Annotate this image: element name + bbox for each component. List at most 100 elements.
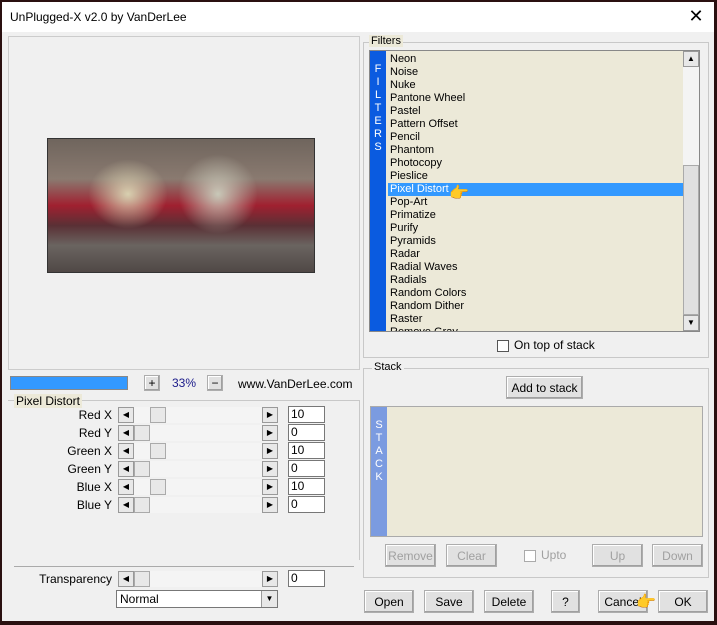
stack-list[interactable]: STACK (370, 406, 703, 537)
filter-item[interactable]: Random Colors (388, 287, 683, 300)
filter-item[interactable]: Remove Gray (388, 326, 683, 331)
slider-value-input[interactable]: 10 (288, 442, 325, 459)
preview-panel (8, 36, 360, 370)
slider-thumb[interactable] (150, 443, 166, 459)
upto-label: Upto (541, 548, 567, 562)
slider-value-input[interactable]: 0 (288, 424, 325, 441)
arrow-right-icon[interactable]: ▶ (262, 479, 278, 495)
arrow-right-icon[interactable]: ▶ (262, 461, 278, 477)
filter-item[interactable]: Pantone Wheel (388, 92, 683, 105)
scroll-up-icon[interactable]: ▲ (683, 51, 699, 67)
filter-item[interactable]: Photocopy (388, 157, 683, 170)
hand-pointer-icon: 👉 (636, 594, 656, 611)
filter-item[interactable]: Pyramids (388, 235, 683, 248)
filter-item[interactable]: Neon (388, 53, 683, 66)
slider-value-input[interactable]: 0 (288, 460, 325, 477)
close-icon[interactable]: ✕ (686, 6, 706, 27)
filter-item[interactable]: Pieslice (388, 170, 683, 183)
filter-item[interactable]: Pop-Art (388, 196, 683, 209)
slider-row: Blue X ◀ ▶ 10 (12, 478, 352, 496)
filter-item[interactable]: Radar (388, 248, 683, 261)
slider-label: Blue X (76, 480, 112, 494)
filter-item[interactable]: Radial Waves (388, 261, 683, 274)
zoom-out-button[interactable]: − (207, 375, 223, 391)
filter-item[interactable]: Purify (388, 222, 683, 235)
filter-item[interactable]: Pixel Distort (388, 183, 683, 196)
arrow-left-icon[interactable]: ◀ (118, 479, 134, 495)
delete-button[interactable]: Delete (484, 590, 534, 613)
filter-item[interactable]: Pattern Offset (388, 118, 683, 131)
filters-list[interactable]: FILTERS Neon Noise Nuke Pantone Wheel Pastel… (369, 50, 700, 332)
zoom-level: 33% (172, 376, 197, 390)
arrow-right-icon[interactable]: ▶ (262, 497, 278, 513)
slider-track[interactable]: ◀ ▶ (118, 497, 278, 513)
save-button[interactable]: Save (424, 590, 474, 613)
slider-label: Green X (67, 444, 112, 458)
arrow-left-icon[interactable]: ◀ (118, 461, 134, 477)
slider-track[interactable]: ◀ ▶ (118, 425, 278, 441)
arrow-right-icon[interactable]: ▶ (262, 407, 278, 423)
slider-thumb[interactable] (150, 407, 166, 423)
filter-item[interactable]: Random Dither (388, 300, 683, 313)
blend-mode-select[interactable]: Normal ▼ (116, 590, 278, 608)
scrollbar[interactable]: ▲ ▼ (683, 51, 699, 331)
slider-value-input[interactable]: 0 (288, 570, 325, 587)
up-button[interactable]: Up (592, 544, 643, 567)
upto-checkbox[interactable]: Upto (524, 548, 566, 562)
open-button[interactable]: Open (364, 590, 414, 613)
slider-track[interactable]: ◀ ▶ (118, 461, 278, 477)
scrollbar-thumb[interactable] (683, 165, 699, 315)
down-button[interactable]: Down (652, 544, 703, 567)
remove-button[interactable]: Remove (385, 544, 436, 567)
chevron-down-icon[interactable]: ▼ (261, 591, 277, 607)
arrow-right-icon[interactable]: ▶ (262, 443, 278, 459)
slider-track[interactable]: ◀ ▶ (118, 443, 278, 459)
strip-letter: S (374, 141, 382, 153)
slider-thumb[interactable] (134, 497, 150, 513)
slider-value-input[interactable]: 0 (288, 496, 325, 513)
filter-item[interactable]: Pastel (388, 105, 683, 118)
arrow-left-icon[interactable]: ◀ (118, 571, 134, 587)
ok-button[interactable]: OK (658, 590, 708, 613)
on-top-checkbox[interactable]: On top of stack (497, 338, 595, 352)
window-title: UnPlugged-X v2.0 by VanDerLee (10, 10, 187, 24)
stack-strip: STACK (371, 407, 387, 536)
slider-track[interactable]: ◀ ▶ (118, 407, 278, 423)
slider-thumb[interactable] (134, 425, 150, 441)
filters-group-label: Filters (369, 35, 403, 47)
arrow-right-icon[interactable]: ▶ (262, 571, 278, 587)
arrow-right-icon[interactable]: ▶ (262, 425, 278, 441)
website-link[interactable]: www.VanDerLee.com (238, 377, 353, 391)
arrow-left-icon[interactable]: ◀ (118, 425, 134, 441)
slider-thumb[interactable] (134, 571, 150, 587)
slider-label: Blue Y (76, 498, 112, 512)
slider-track[interactable]: ◀ ▶ (118, 571, 278, 587)
slider-row: Blue Y ◀ ▶ 0 (12, 496, 352, 514)
strip-letter: E (374, 115, 382, 127)
strip-letter: S (375, 419, 383, 431)
zoom-in-button[interactable]: + (144, 375, 160, 391)
filter-item[interactable]: Radials (388, 274, 683, 287)
filter-item[interactable]: Nuke (388, 79, 683, 92)
slider-track[interactable]: ◀ ▶ (118, 479, 278, 495)
slider-row: Green X ◀ ▶ 10 (12, 442, 352, 460)
dialog-window: UnPlugged-X v2.0 by VanDerLee ✕ + 33% − … (2, 2, 714, 621)
slider-value-input[interactable]: 10 (288, 478, 325, 495)
arrow-left-icon[interactable]: ◀ (118, 407, 134, 423)
slider-value-input[interactable]: 10 (288, 406, 325, 423)
slider-thumb[interactable] (134, 461, 150, 477)
strip-letter: R (374, 128, 382, 140)
arrow-left-icon[interactable]: ◀ (118, 497, 134, 513)
help-button[interactable]: ? (551, 590, 580, 613)
arrow-left-icon[interactable]: ◀ (118, 443, 134, 459)
filter-item[interactable]: Phantom (388, 144, 683, 157)
filter-item[interactable]: Noise (388, 66, 683, 79)
filter-item[interactable]: Primatize (388, 209, 683, 222)
filter-item[interactable]: Raster (388, 313, 683, 326)
blend-mode-value: Normal (120, 592, 159, 606)
add-to-stack-button[interactable]: Add to stack (506, 376, 583, 399)
slider-thumb[interactable] (150, 479, 166, 495)
clear-button[interactable]: Clear (446, 544, 497, 567)
scroll-down-icon[interactable]: ▼ (683, 315, 699, 331)
filter-item[interactable]: Pencil (388, 131, 683, 144)
